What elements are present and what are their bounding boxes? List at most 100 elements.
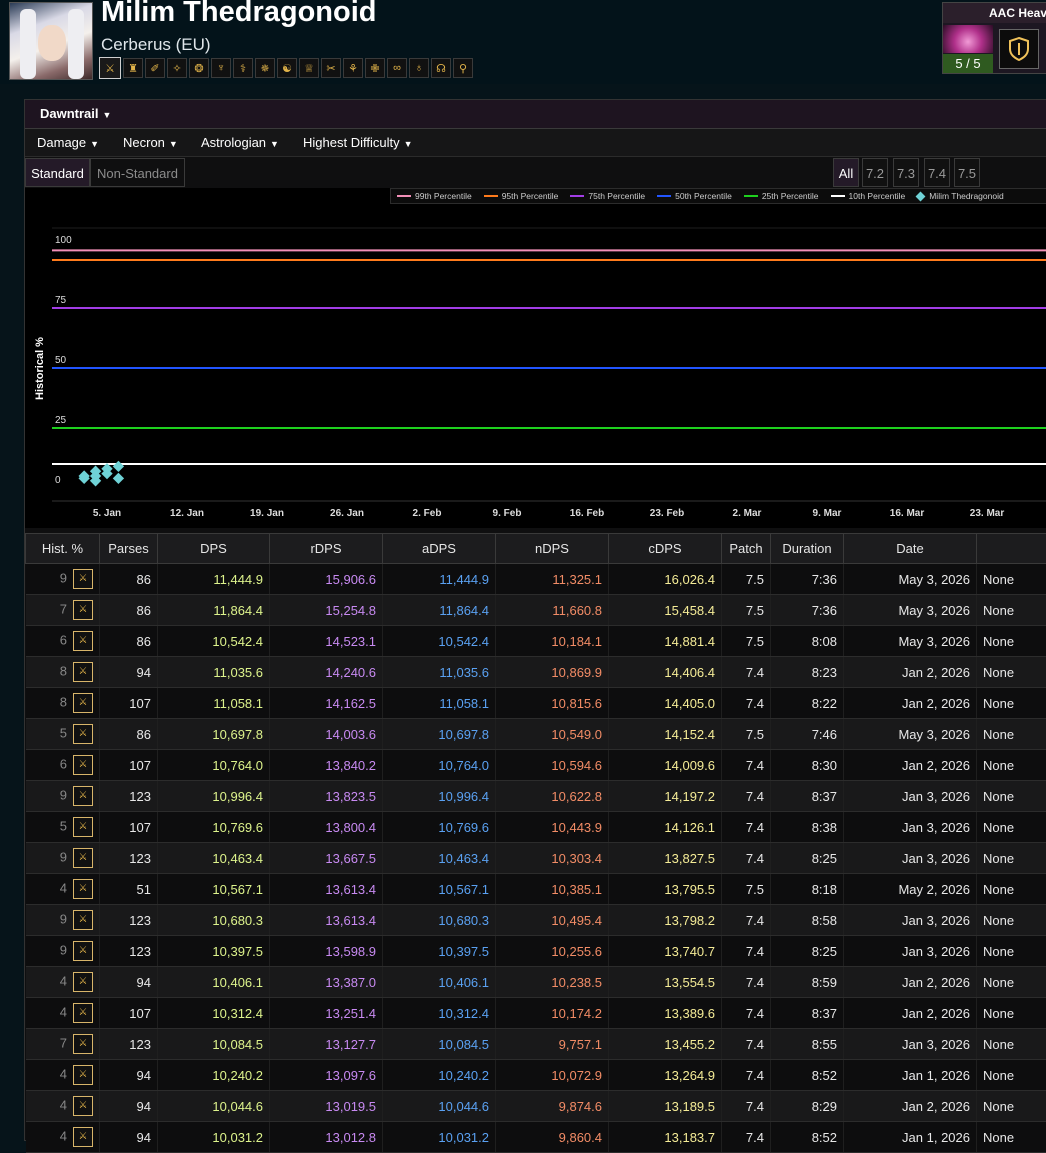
job-icon: ⚔ bbox=[73, 1065, 93, 1085]
table-cell: 13,554.5 bbox=[609, 967, 722, 998]
chart-svg: Historical %02550751005. Jan12. Jan19. J… bbox=[25, 188, 1046, 528]
table-row[interactable]: 8⚔10711,058.114,162.511,058.110,815.614,… bbox=[26, 688, 1046, 719]
legend-item[interactable]: Milim Thedragonoid bbox=[917, 191, 1004, 201]
character-server[interactable]: Cerberus (EU) bbox=[101, 35, 211, 55]
raid-progress-box[interactable]: AAC Heavy 5 / 5 bbox=[942, 2, 1046, 74]
column-header[interactable]: nDPS bbox=[496, 534, 609, 564]
job-icon: ⚔ bbox=[73, 972, 93, 992]
cell-value: 13,455.2 bbox=[664, 1037, 715, 1052]
cell-value: 7.5 bbox=[746, 727, 764, 742]
expansion-dropdown[interactable]: Dawntrail▼ bbox=[40, 100, 111, 128]
job-icon[interactable]: ✧ bbox=[167, 58, 187, 78]
job-icon[interactable]: ♆ bbox=[211, 58, 231, 78]
patch-filter-all[interactable]: All bbox=[833, 158, 859, 187]
cell-value: 10,463.4 bbox=[212, 851, 263, 866]
standard-toggle[interactable]: Standard bbox=[25, 158, 90, 187]
cell-value: 13,183.7 bbox=[664, 1130, 715, 1145]
job-icon[interactable]: ☯ bbox=[277, 58, 297, 78]
table-cell: Jan 2, 2026 bbox=[844, 967, 977, 998]
encounter-dropdown[interactable]: Necron▼ bbox=[123, 129, 178, 156]
cell-value: May 3, 2026 bbox=[898, 727, 970, 742]
column-header[interactable] bbox=[977, 534, 1046, 564]
table-row[interactable]: 9⚔8611,444.915,906.611,444.911,325.116,0… bbox=[26, 564, 1046, 595]
job-icon[interactable]: ∞ bbox=[387, 58, 407, 78]
column-header[interactable]: Patch bbox=[722, 534, 771, 564]
table-row[interactable]: 4⚔9410,031.213,012.810,031.29,860.413,18… bbox=[26, 1122, 1046, 1153]
table-row[interactable]: 5⚔8610,697.814,003.610,697.810,549.014,1… bbox=[26, 719, 1046, 750]
difficulty-dropdown[interactable]: Highest Difficulty▼ bbox=[303, 129, 413, 156]
job-icon[interactable]: ⚕ bbox=[233, 58, 253, 78]
column-header[interactable]: DPS bbox=[158, 534, 270, 564]
table-row[interactable]: 9⚔12310,397.513,598.910,397.510,255.613,… bbox=[26, 936, 1046, 967]
table-row[interactable]: 4⚔9410,406.113,387.010,406.110,238.513,5… bbox=[26, 967, 1046, 998]
column-header[interactable]: rDPS bbox=[270, 534, 383, 564]
job-icon[interactable]: ♜ bbox=[123, 58, 143, 78]
job-icon[interactable]: ⚘ bbox=[343, 58, 363, 78]
table-cell: 10,680.3 bbox=[158, 905, 270, 936]
cell-value: 13,554.5 bbox=[664, 975, 715, 990]
patch-filter-7-5[interactable]: 7.5 bbox=[954, 158, 980, 187]
legend-item[interactable]: 95th Percentile bbox=[484, 191, 559, 201]
table-row[interactable]: 4⚔10710,312.413,251.410,312.410,174.213,… bbox=[26, 998, 1046, 1029]
column-header[interactable]: Hist. % bbox=[26, 534, 100, 564]
patch-filter-7-3[interactable]: 7.3 bbox=[893, 158, 919, 187]
table-row[interactable]: 4⚔9410,240.213,097.610,240.210,072.913,2… bbox=[26, 1060, 1046, 1091]
job-icon[interactable]: ✂ bbox=[321, 58, 341, 78]
cell-value: 15,906.6 bbox=[325, 572, 376, 587]
cell-value: 7.4 bbox=[746, 665, 764, 680]
legend-item[interactable]: 75th Percentile bbox=[570, 191, 645, 201]
table-cell: 9,874.6 bbox=[496, 1091, 609, 1122]
column-header[interactable]: aDPS bbox=[383, 534, 496, 564]
cell-value: 9,757.1 bbox=[559, 1037, 602, 1052]
table-cell: 8:25 bbox=[771, 936, 844, 967]
legend-item[interactable]: 10th Percentile bbox=[831, 191, 906, 201]
x-tick-label: 26. Jan bbox=[330, 508, 364, 519]
column-header[interactable]: Parses bbox=[100, 534, 158, 564]
job-icon[interactable]: ✵ bbox=[255, 58, 275, 78]
table-row[interactable]: 7⚔8611,864.415,254.811,864.411,660.815,4… bbox=[26, 595, 1046, 626]
nonstandard-toggle[interactable]: Non-Standard bbox=[90, 158, 185, 187]
table-row[interactable]: 6⚔10710,764.013,840.210,764.010,594.614,… bbox=[26, 750, 1046, 781]
table-cell: 10,567.1 bbox=[383, 874, 496, 905]
table-cell: 123 bbox=[100, 905, 158, 936]
patch-filter-7-4[interactable]: 7.4 bbox=[924, 158, 950, 187]
cell-value: 10,769.6 bbox=[438, 820, 489, 835]
table-row[interactable]: 4⚔9410,044.613,019.510,044.69,874.613,18… bbox=[26, 1091, 1046, 1122]
job-icon[interactable]: ❂ bbox=[189, 58, 209, 78]
cell-value: 10,044.6 bbox=[212, 1099, 263, 1114]
job-icon[interactable]: ✙ bbox=[365, 58, 385, 78]
table-row[interactable]: 5⚔10710,769.613,800.410,769.610,443.914,… bbox=[26, 812, 1046, 843]
job-icon[interactable]: ⚔ bbox=[99, 57, 121, 79]
job-icon[interactable]: ✐ bbox=[145, 58, 165, 78]
job-icon: ⚔ bbox=[73, 1127, 93, 1147]
table-row[interactable]: 9⚔12310,680.313,613.410,680.310,495.413,… bbox=[26, 905, 1046, 936]
spec-dropdown[interactable]: Astrologian▼ bbox=[201, 129, 279, 156]
character-avatar[interactable] bbox=[9, 2, 93, 80]
job-icon[interactable]: ♁ bbox=[409, 58, 429, 78]
cell-value: 8:59 bbox=[812, 975, 837, 990]
table-row[interactable]: 7⚔12310,084.513,127.710,084.59,757.113,4… bbox=[26, 1029, 1046, 1060]
column-header[interactable]: Date bbox=[844, 534, 977, 564]
table-cell: None bbox=[977, 657, 1046, 688]
metric-dropdown[interactable]: Damage▼ bbox=[37, 129, 99, 156]
legend-item[interactable]: 50th Percentile bbox=[657, 191, 732, 201]
job-icon[interactable]: ♕ bbox=[299, 58, 319, 78]
table-row[interactable]: 8⚔9411,035.614,240.611,035.610,869.914,4… bbox=[26, 657, 1046, 688]
table-cell: 7.5 bbox=[722, 626, 771, 657]
patch-filter-7-2[interactable]: 7.2 bbox=[862, 158, 888, 187]
column-header[interactable]: Duration bbox=[771, 534, 844, 564]
legend-item[interactable]: 99th Percentile bbox=[397, 191, 472, 201]
table-cell: 11,864.4 bbox=[158, 595, 270, 626]
table-row[interactable]: 6⚔8610,542.414,523.110,542.410,184.114,8… bbox=[26, 626, 1046, 657]
legend-item[interactable]: 25th Percentile bbox=[744, 191, 819, 201]
table-row[interactable]: 9⚔12310,996.413,823.510,996.410,622.814,… bbox=[26, 781, 1046, 812]
column-header[interactable]: cDPS bbox=[609, 534, 722, 564]
cell-value: 10,397.5 bbox=[438, 944, 489, 959]
table-cell: 10,769.6 bbox=[158, 812, 270, 843]
table-row[interactable]: 9⚔12310,463.413,667.510,463.410,303.413,… bbox=[26, 843, 1046, 874]
cell-value: Jan 2, 2026 bbox=[902, 975, 970, 990]
table-row[interactable]: 4⚔5110,567.113,613.410,567.110,385.113,7… bbox=[26, 874, 1046, 905]
table-cell: 9⚔ bbox=[26, 781, 100, 812]
job-icon[interactable]: ⚲ bbox=[453, 58, 473, 78]
job-icon[interactable]: ☊ bbox=[431, 58, 451, 78]
